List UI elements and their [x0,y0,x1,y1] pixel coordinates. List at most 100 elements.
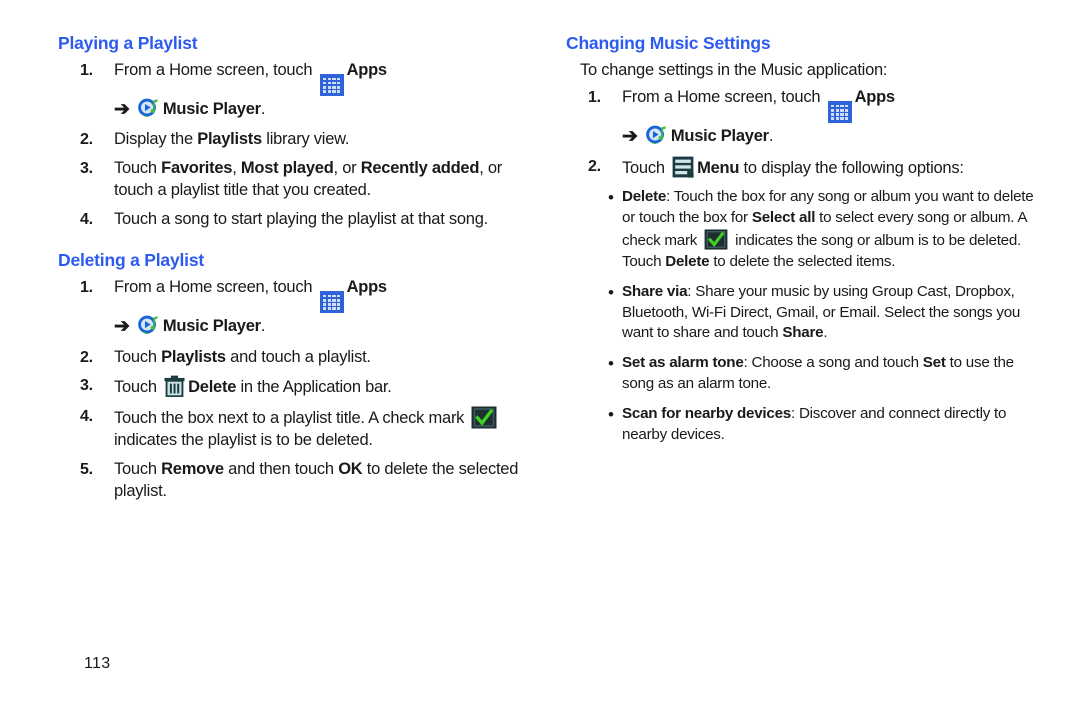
heading-changing-music-settings: Changing Music Settings [566,33,771,53]
step-item: 1. From a Home screen, touch Apps ➔ Musi… [58,277,528,339]
bold-term: Playlists [197,130,262,149]
step-text: Touch the box next to a playlist title. … [114,409,469,428]
bold-term: Share [782,324,824,342]
step-text: library view. [261,130,350,149]
heading-playing-a-playlist: Playing a Playlist [58,33,198,53]
bold-term: Delete [188,378,237,397]
option-text: to delete the selected items. [709,252,896,270]
step-subline: ➔ Music Player. [114,97,528,122]
bold-term: Most played [240,159,334,178]
step-text: Touch [114,159,162,178]
bold-term: Delete [665,252,710,270]
arrow-icon: ➔ [114,316,130,338]
arrow-icon: ➔ [622,126,638,148]
step-text: Touch [114,460,162,479]
step-text: Touch [114,378,162,397]
step-text: indicates the playlist is to be deleted. [114,431,373,450]
bold-term: Playlists [161,347,226,366]
step-number: 1. [588,89,601,107]
step-text: Display the [114,130,198,149]
green-check-box-icon [471,406,497,429]
list-item: • Delete: Touch the box for any song or a… [566,187,1036,272]
intro-paragraph: To change settings in the Music applicat… [580,61,888,80]
music-player-label: Music Player [162,317,261,336]
steps-playing-a-playlist: 1. From a Home screen, touch Apps ➔ Musi… [58,60,528,231]
step-item: 1. From a Home screen, touch Apps ➔ Musi… [566,87,1036,149]
apps-label: Apps [854,88,896,107]
step-text: , [232,159,241,178]
trash-delete-icon [164,375,185,398]
steps-changing-music-settings: 1. From a Home screen, touch Apps ➔ Musi… [566,87,1036,180]
bullet-dot: • [608,282,614,302]
bold-term: Select all [751,209,816,227]
apps-label: Apps [346,61,388,80]
step-item: 2. Touch Menu to display the following o… [566,156,1036,180]
option-title: Share via [622,282,688,300]
step-item: 5. Touch Remove and then touch OK to del… [58,459,528,503]
bullet-dot: • [608,188,614,208]
right-column: Changing Music Settings To change settin… [566,33,1036,455]
option-text: : Choose a song and touch [743,354,923,372]
option-title: Set as alarm tone [622,354,744,372]
arrow-icon: ➔ [114,99,130,121]
step-number: 2. [588,158,601,176]
step-item: 3. Touch Favorites, Most played, or Rece… [58,158,528,202]
steps-deleting-a-playlist: 1. From a Home screen, touch Apps ➔ Musi… [58,277,528,503]
manual-page: Playing a Playlist 1. From a Home screen… [0,0,1080,720]
step-text: and then touch [223,460,339,479]
step-text: in the Application bar. [236,378,392,397]
menu-list-icon [672,156,694,179]
step-item: 4. Touch the box next to a playlist titl… [58,406,528,452]
step-number: 2. [80,131,93,149]
page-number: 113 [84,655,111,672]
step-text: From a Home screen, touch [114,278,317,297]
bold-term: OK [338,460,363,479]
list-item: • Share via: Share your music by using Gr… [566,282,1036,344]
option-title: Delete [622,188,667,206]
music-player-label: Music Player [162,100,261,119]
bold-term: Set [922,354,946,372]
step-number: 4. [80,408,93,426]
list-item: • Scan for nearby devices: Discover and c… [566,404,1036,446]
step-text: and touch a playlist. [225,347,371,366]
bullet-dot: • [608,404,614,424]
bold-term: Remove [161,460,224,479]
step-text: Touch [114,347,162,366]
green-check-box-icon [704,229,728,250]
step-subline: ➔ Music Player. [622,124,1036,149]
step-number: 4. [80,211,93,229]
step-text: From a Home screen, touch [622,88,825,107]
step-number: 5. [80,461,93,479]
step-number: 3. [80,160,93,178]
step-text: , or [333,159,361,178]
bold-term: Recently added [360,159,480,178]
step-number: 2. [80,348,93,366]
step-subline: ➔ Music Player. [114,314,528,339]
bullet-dot: • [608,354,614,374]
step-item: 3. Touch Delete in the Application bar. [58,375,528,399]
apps-label: Apps [346,278,388,297]
step-item: 1. From a Home screen, touch Apps ➔ Musi… [58,60,528,122]
bold-term: Favorites [161,159,233,178]
period: . [260,100,266,119]
heading-deleting-a-playlist: Deleting a Playlist [58,250,204,271]
step-text: Touch a song to start playing the playli… [114,210,488,229]
step-text: From a Home screen, touch [114,61,317,80]
period: . [768,127,774,146]
music-player-icon [137,97,160,120]
menu-label: Menu [697,159,740,178]
apps-grid-icon [319,74,344,97]
step-text: Touch [622,159,670,178]
music-player-icon [137,314,160,337]
apps-grid-icon [319,291,344,314]
step-number: 1. [80,279,93,297]
step-item: 2. Touch Playlists and touch a playlist. [58,347,528,369]
period: . [260,317,266,336]
option-text: . [823,324,828,342]
music-player-icon [645,124,668,147]
step-text: to display the following options: [739,159,964,178]
list-item: • Set as alarm tone: Choose a song and to… [566,353,1036,395]
music-player-label: Music Player [670,127,769,146]
step-item: 2. Display the Playlists library view. [58,129,528,151]
step-number: 1. [80,62,93,80]
